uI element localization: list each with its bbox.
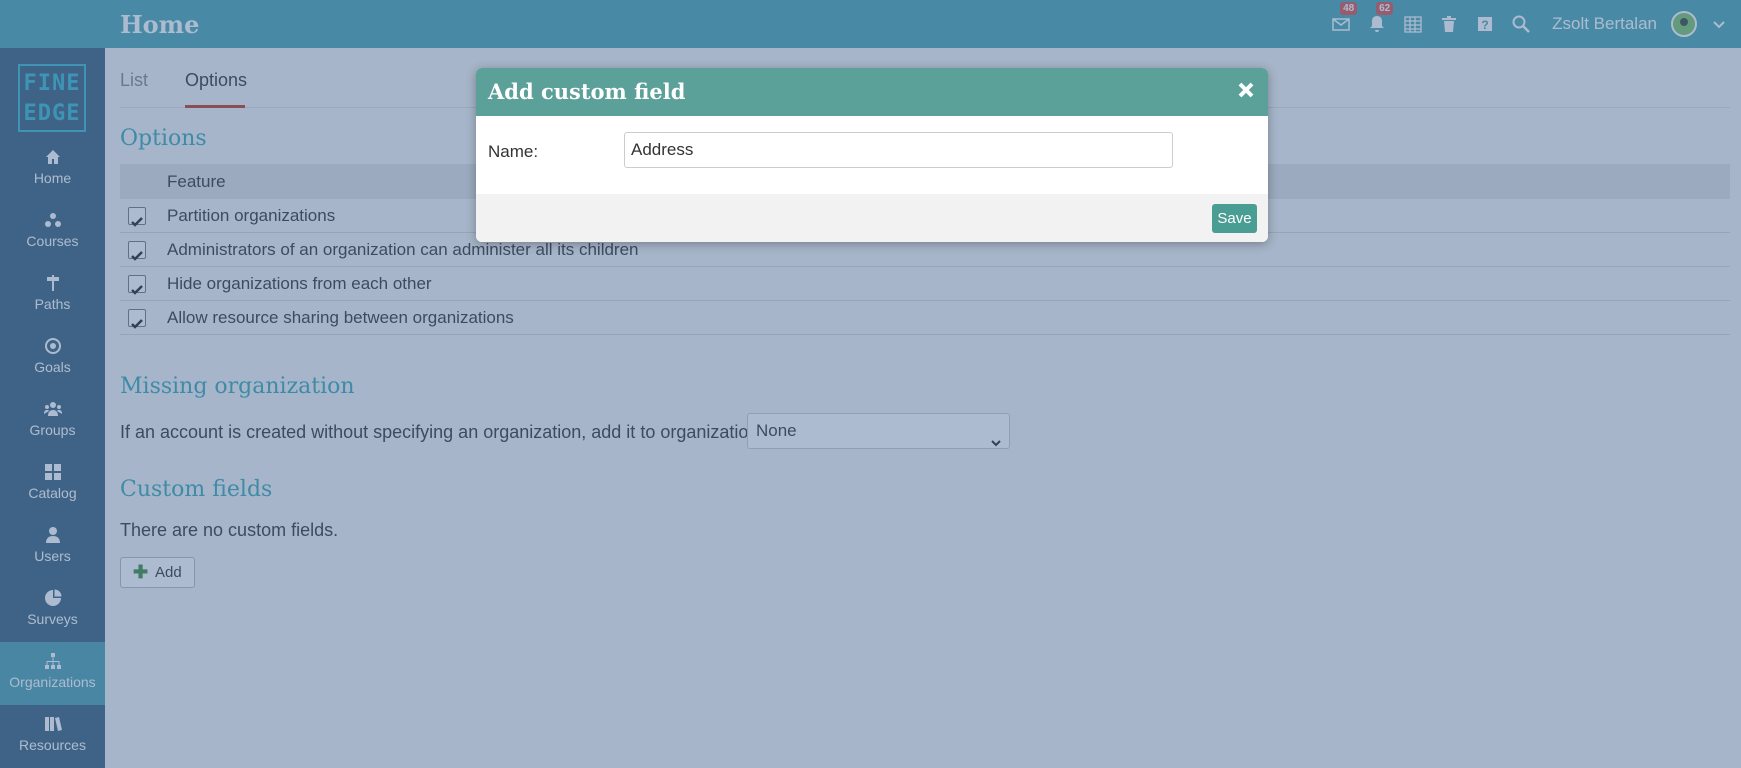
- dialog-footer: Save: [476, 194, 1268, 242]
- dialog-body: Name:: [476, 116, 1268, 194]
- name-input[interactable]: [624, 132, 1173, 168]
- dialog-title: Add custom field: [488, 79, 686, 104]
- dialog-header: Add custom field: [476, 68, 1268, 116]
- close-icon: [1238, 82, 1254, 98]
- name-label: Name:: [488, 142, 539, 161]
- close-button[interactable]: [1236, 80, 1258, 102]
- add-custom-field-dialog: Add custom field Name: Save: [476, 68, 1268, 242]
- save-button[interactable]: Save: [1212, 204, 1257, 233]
